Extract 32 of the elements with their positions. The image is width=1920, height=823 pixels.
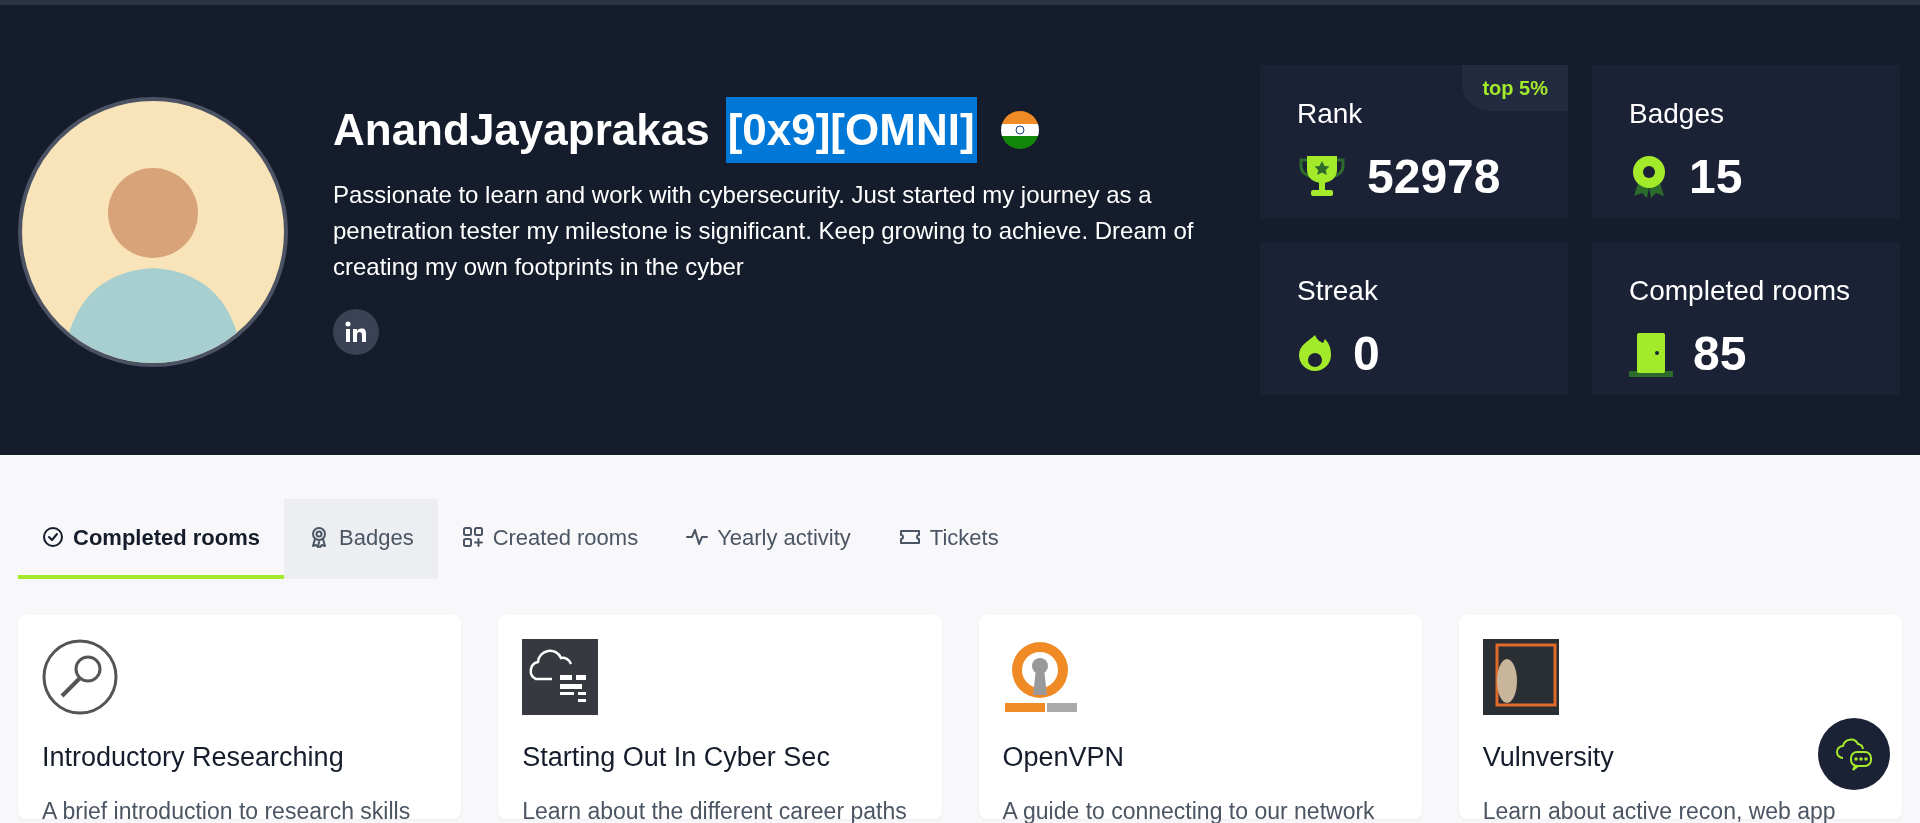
- stat-value: 52978: [1367, 149, 1501, 205]
- stat-value: 15: [1689, 149, 1743, 205]
- stat-value: 0: [1353, 326, 1380, 382]
- bio-text: Passionate to learn and work with cybersecurity. Just started my journey as a penetration tester my milestone is significant. Keep growing to achieve. Dream of creating my own footprints in the cyber: [333, 180, 1195, 282]
- tab[interactable]: Tickets: [874, 499, 1023, 579]
- pulse-icon: [686, 526, 709, 548]
- stat-label: Completed rooms: [1629, 274, 1851, 308]
- rank-percentile-badge: top 5%: [1462, 65, 1568, 111]
- room-title: OpenVPN: [1002, 741, 1125, 774]
- flag-icon: [1000, 111, 1039, 149]
- grid-plus-icon: [461, 526, 484, 548]
- linkedin-icon: [345, 321, 367, 343]
- stat-label: Streak: [1297, 274, 1379, 308]
- openvpn-logo-icon: [1002, 639, 1079, 715]
- room-card[interactable]: Introductory Researching A brief introduction to research skills: [18, 615, 462, 819]
- magnifier-icon: [42, 639, 118, 715]
- tab[interactable]: Created rooms: [437, 499, 663, 579]
- stat-value: 85: [1693, 326, 1747, 382]
- linkedin-link[interactable]: [333, 309, 379, 355]
- room-title: Starting Out In Cyber Sec: [522, 741, 830, 774]
- cloud-binary-icon: [522, 639, 599, 715]
- check-circle-icon: [42, 526, 64, 548]
- stat-label: Rank: [1297, 97, 1364, 131]
- stat-label: Badges: [1629, 97, 1725, 131]
- room-title: Vulnversity: [1482, 741, 1614, 774]
- door-icon: [1629, 331, 1673, 377]
- chat-icon: [1835, 736, 1873, 772]
- tab[interactable]: Yearly activity: [662, 499, 875, 579]
- username: AnandJayaprakas: [333, 104, 710, 156]
- tab[interactable]: Badges: [284, 499, 438, 579]
- room-title: Introductory Researching: [42, 741, 344, 774]
- user-tag: [0x9][OMNI]: [725, 97, 977, 163]
